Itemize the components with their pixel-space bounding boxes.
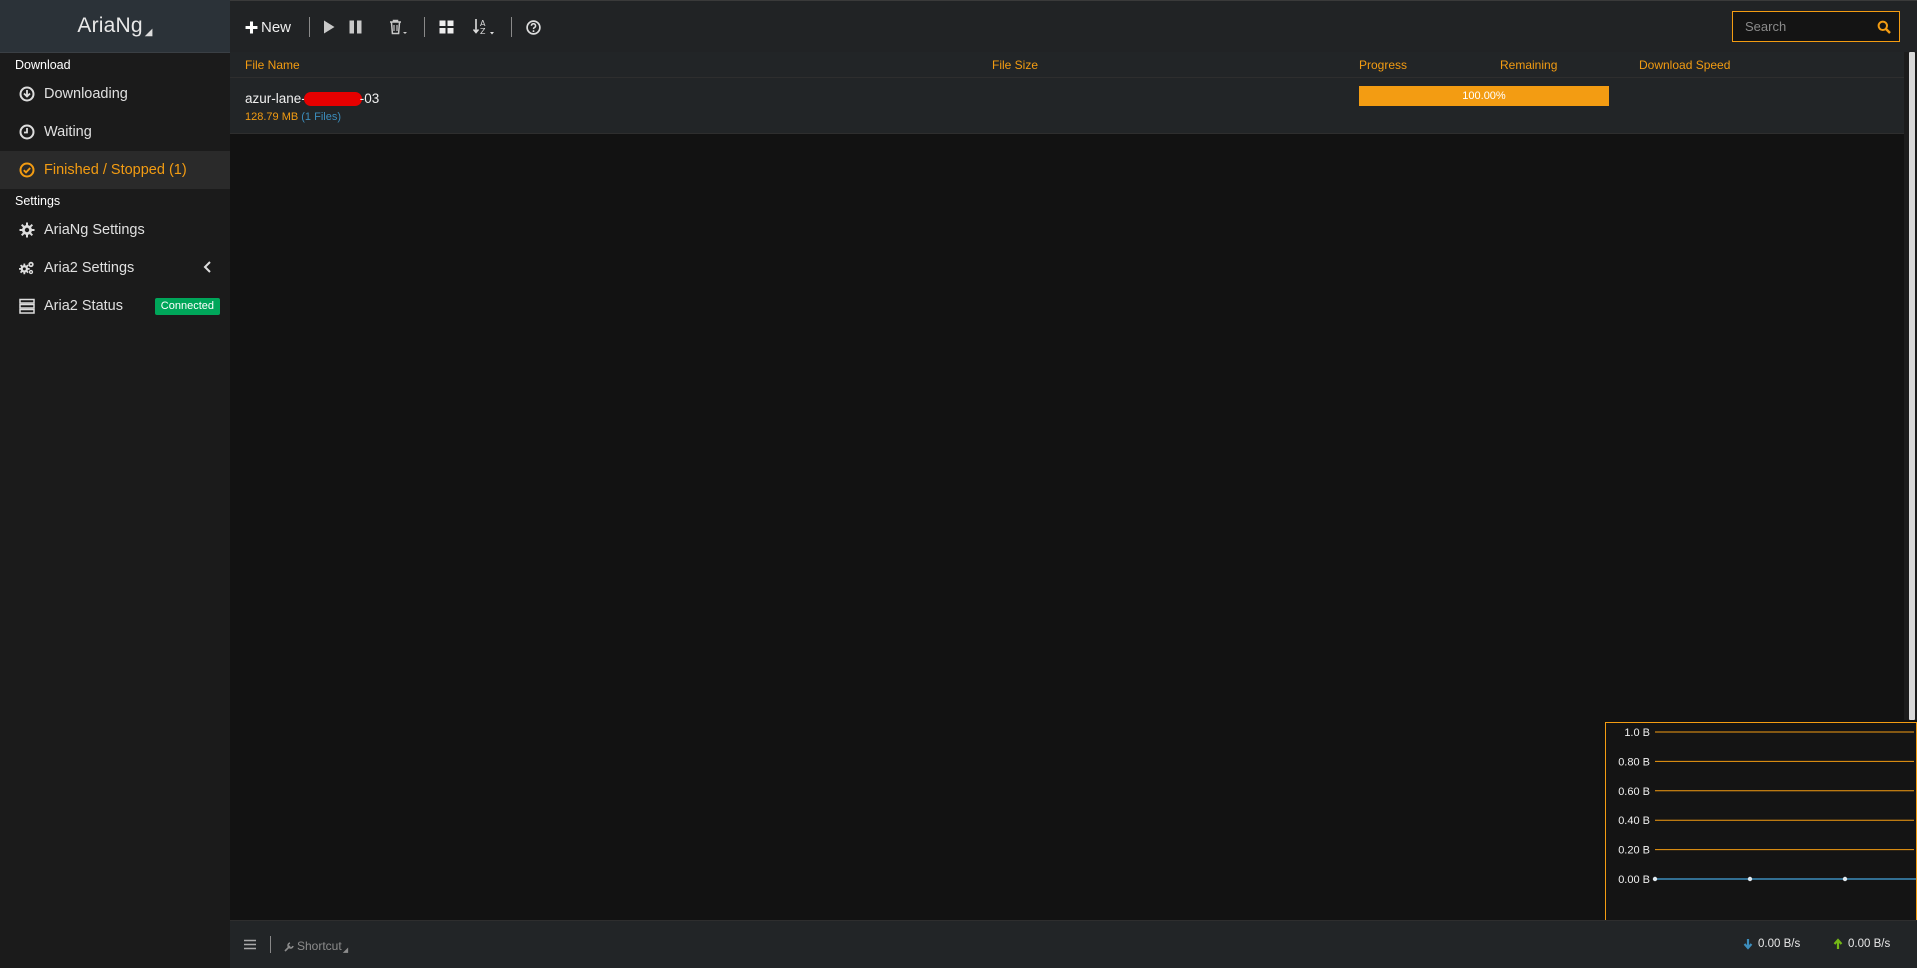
toolbar-divider [309, 17, 310, 37]
chevron-left-icon[interactable] [203, 261, 213, 277]
scrollbar[interactable] [1904, 52, 1917, 720]
trash-icon [390, 19, 407, 35]
sidebar-item-label: Aria2 Settings [44, 260, 135, 276]
pause-button[interactable] [349, 15, 362, 39]
sidebar-item-aria2-settings[interactable]: Aria2 Settings [0, 249, 230, 287]
svg-text:Z: Z [480, 27, 486, 36]
server-icon [17, 297, 37, 315]
plus-icon [245, 21, 258, 33]
connection-status-badge: Connected [154, 298, 220, 315]
sidebar-item-label: Waiting [44, 124, 92, 140]
toolbar-divider [424, 17, 425, 37]
new-task-button[interactable]: New [245, 15, 291, 39]
task-progress-bar: 100.00% [1359, 86, 1609, 106]
sort-alpha-icon: AZ [473, 19, 494, 36]
chart-y-tick-label: 0.80 B [1618, 756, 1650, 768]
file-name-prefix: azur-lane- [245, 91, 306, 106]
column-file-name[interactable]: File Name [245, 58, 300, 72]
sidebar-item-aria2-status[interactable]: Aria2 Status Connected [0, 287, 230, 325]
select-all-button[interactable] [439, 15, 454, 39]
help-button[interactable] [526, 15, 541, 39]
search-icon[interactable] [1877, 20, 1891, 34]
play-icon [324, 20, 335, 34]
app-title: AriaNg [77, 14, 143, 37]
question-circle-icon [526, 19, 541, 35]
chart-point [1652, 876, 1658, 882]
settings-section-header: Settings [0, 189, 230, 211]
sidebar-item-waiting[interactable]: Waiting [0, 113, 230, 151]
sidebar: AriaNg ◢ Download Downloading Waiting Fi… [0, 0, 230, 968]
sort-button[interactable]: AZ [473, 15, 496, 39]
gear-icon [17, 221, 37, 239]
caret-down-icon: ◢ [342, 947, 349, 954]
task-files-link[interactable]: (1 Files) [301, 111, 341, 123]
search-input[interactable] [1743, 18, 1877, 35]
file-name-suffix: -03 [359, 91, 380, 106]
global-upload-speed: 0.00 B/s [1833, 938, 1890, 950]
check-circle-icon [17, 161, 37, 179]
shortcut-label: Shortcut [297, 939, 342, 953]
search-box [1732, 11, 1900, 42]
app-brand[interactable]: AriaNg ◢ [0, 0, 230, 53]
sidebar-item-label: Aria2 Status [44, 298, 123, 314]
toolbar: New AZ [230, 0, 1917, 52]
task-row[interactable]: azur-lane- -03 128.79 MB (1 Files) 100.00… [230, 78, 1904, 134]
scrollbar-thumb[interactable] [1909, 52, 1915, 720]
column-remaining[interactable]: Remaining [1500, 58, 1557, 72]
upload-speed-value: 0.00 B/s [1848, 938, 1891, 950]
start-button[interactable] [323, 15, 335, 39]
task-file-name[interactable]: azur-lane- -03 [245, 91, 380, 107]
sidebar-item-label: Finished / Stopped (1) [44, 162, 187, 178]
chart-y-tick-label: 0.00 B [1618, 874, 1650, 886]
task-table-header: File Name File Size Progress Remaining D… [230, 52, 1904, 78]
shortcut-menu[interactable]: Shortcut ◢ [284, 938, 348, 954]
speed-chart-svg: 1.0 B 0.80 B 0.60 B 0.40 B 0.20 B 0.00 B [1618, 727, 1916, 886]
column-progress[interactable]: Progress [1359, 58, 1407, 72]
arrow-up-icon [1833, 938, 1843, 949]
task-progress-label: 100.00% [1462, 90, 1506, 102]
sidebar-item-label: Downloading [44, 86, 128, 102]
delete-button[interactable] [389, 15, 407, 39]
redaction-mark [303, 92, 362, 107]
task-meta: 128.79 MB (1 Files) [245, 111, 341, 123]
chart-y-tick-label: 0.20 B [1618, 845, 1650, 857]
task-size: 128.79 MB [245, 111, 299, 123]
gears-icon [17, 259, 37, 277]
footer-divider [270, 936, 271, 953]
chart-point [1747, 876, 1753, 882]
sidebar-item-ariang-settings[interactable]: AriaNg Settings [0, 211, 230, 249]
speed-chart: 1.0 B 0.80 B 0.60 B 0.40 B 0.20 B 0.00 B [1605, 722, 1917, 922]
sidebar-item-downloading[interactable]: Downloading [0, 75, 230, 113]
column-file-size[interactable]: File Size [992, 58, 1038, 72]
menu-icon[interactable] [244, 937, 256, 955]
download-circle-icon [17, 85, 37, 103]
toolbar-divider [511, 17, 512, 37]
chart-y-tick-label: 1.0 B [1624, 727, 1650, 739]
download-speed-value: 0.00 B/s [1758, 938, 1801, 950]
arrow-down-icon [1743, 939, 1753, 950]
pause-icon [349, 20, 362, 34]
new-task-label: New [261, 18, 292, 36]
grid-icon [439, 20, 454, 34]
sidebar-item-finished-stopped[interactable]: Finished / Stopped (1) [0, 151, 230, 189]
chart-point [1842, 876, 1848, 882]
footer: Shortcut ◢ 0.00 B/s 0.00 B/s [230, 920, 1917, 968]
chart-y-tick-label: 0.40 B [1618, 815, 1650, 827]
sidebar-item-label: AriaNg Settings [44, 222, 145, 238]
download-section-header: Download [0, 53, 230, 75]
chart-y-tick-label: 0.60 B [1618, 786, 1650, 798]
wrench-icon [284, 941, 294, 952]
column-download-speed[interactable]: Download Speed [1639, 58, 1730, 72]
global-download-speed: 0.00 B/s [1743, 938, 1800, 950]
caret-down-icon: ◢ [144, 26, 153, 38]
clock-icon [17, 123, 37, 141]
